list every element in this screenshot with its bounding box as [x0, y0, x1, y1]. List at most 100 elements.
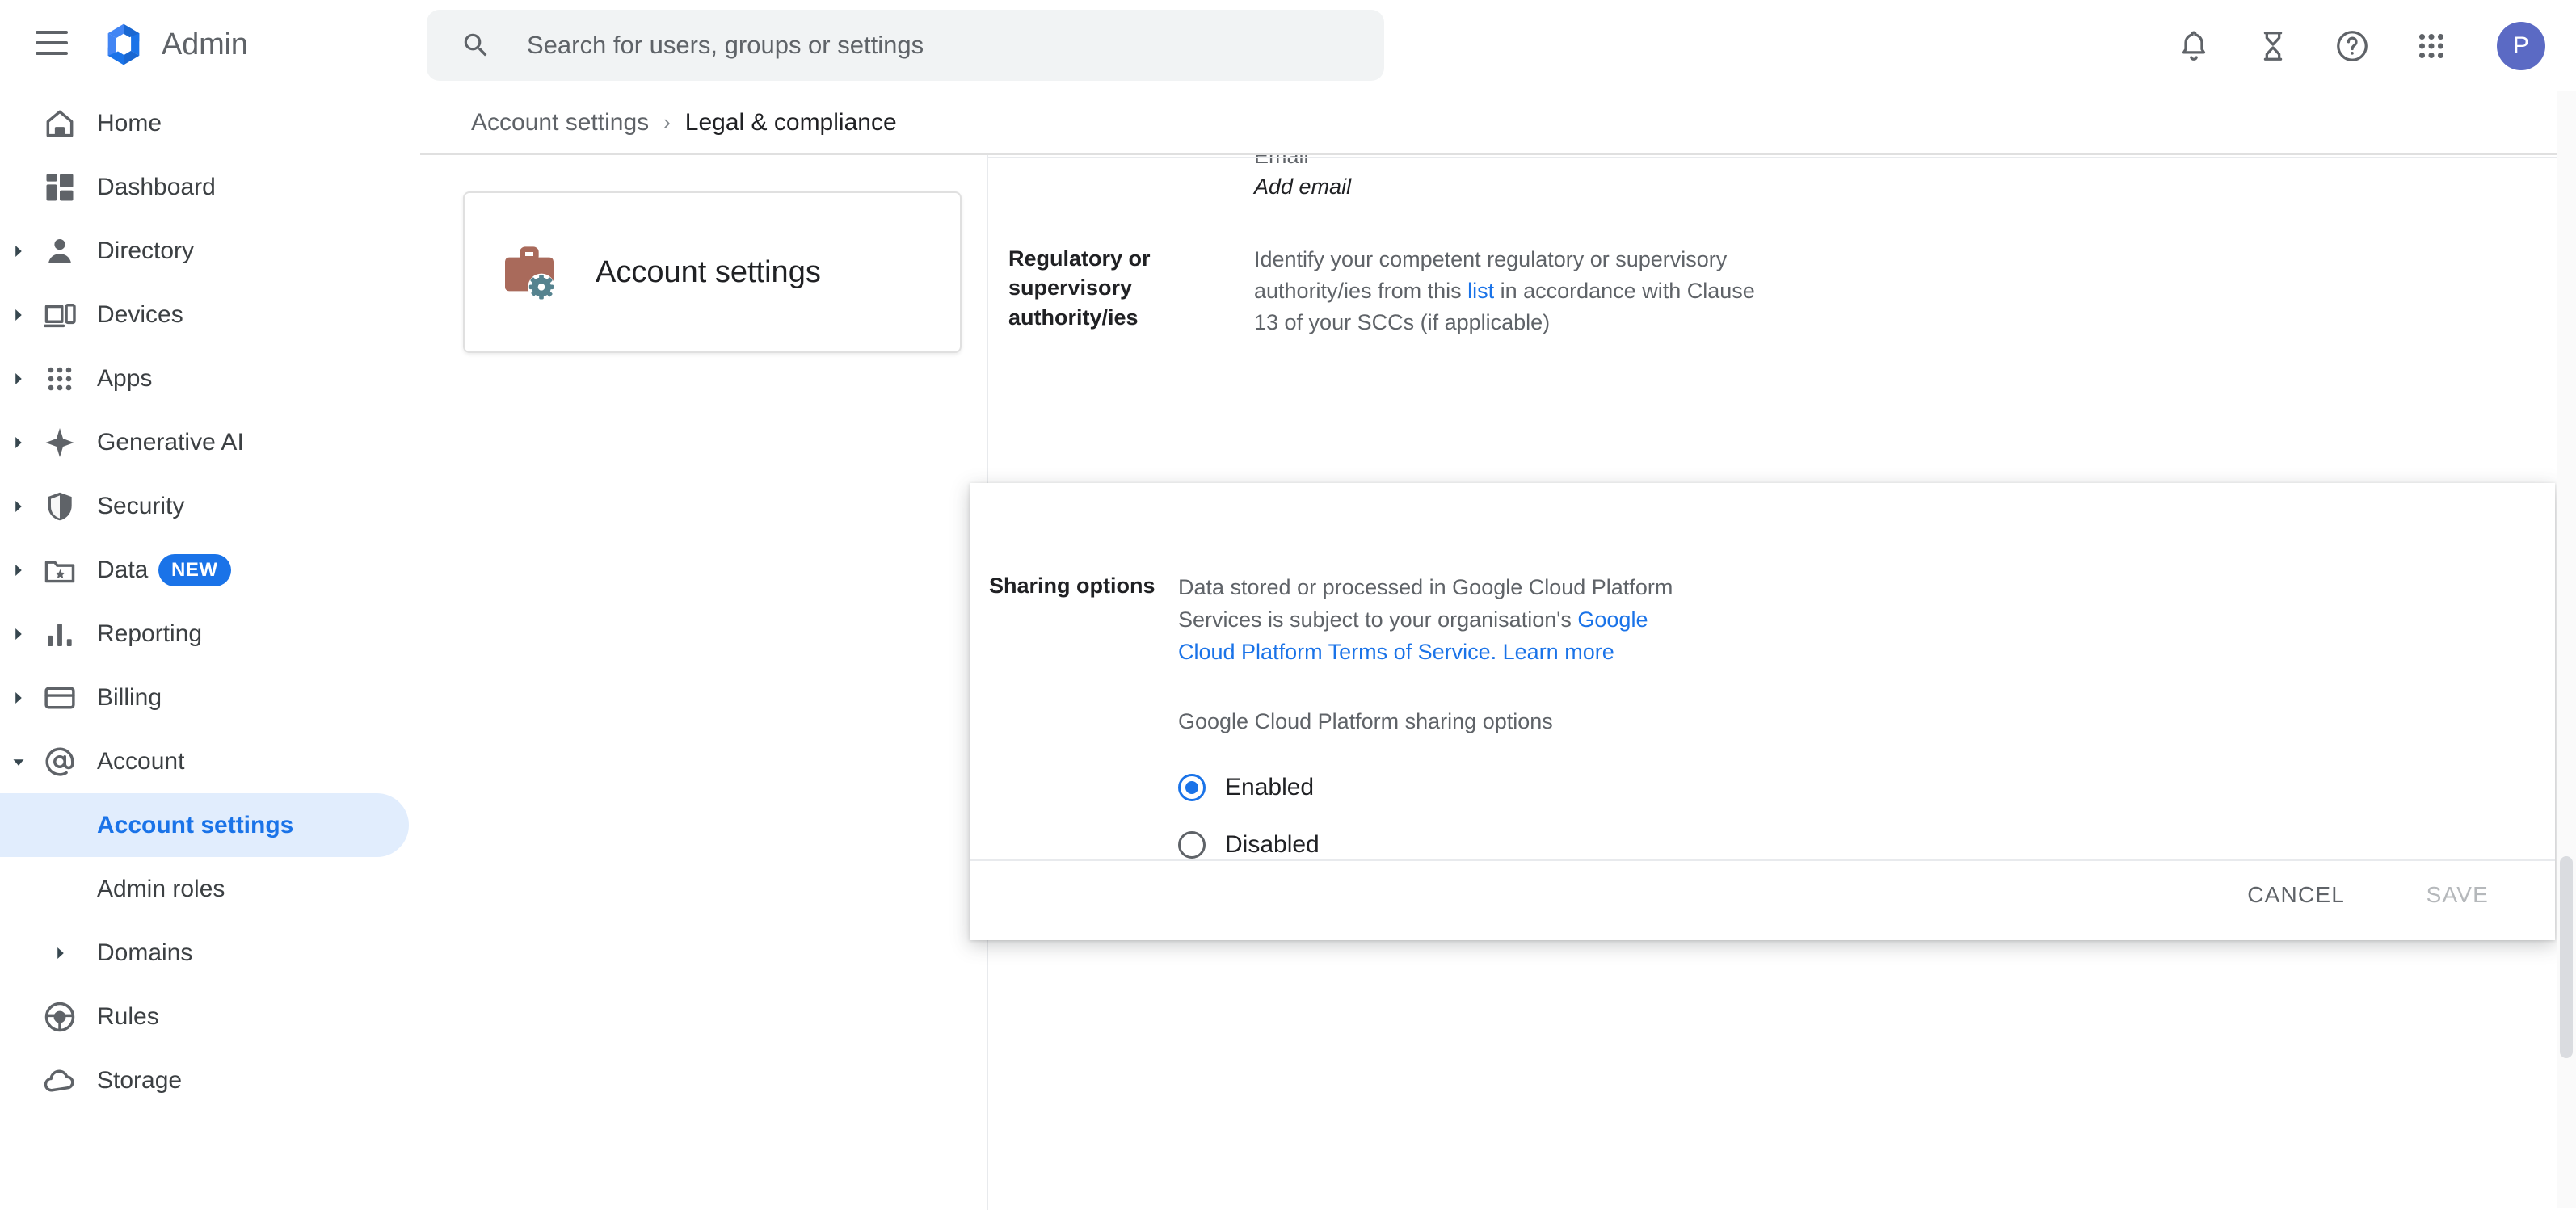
sidebar-item-label: Data [97, 557, 148, 584]
radio-label-disabled: Disabled [1225, 831, 1320, 859]
radio-button-selected-icon [1178, 774, 1206, 801]
search-input[interactable]: Search for users, groups or settings [427, 10, 1384, 81]
left-navigation-sidebar: Home Dashboard Directory Devices Apps Generat… [0, 91, 420, 1208]
chevron-right-icon: › [663, 110, 671, 135]
divider [988, 157, 2574, 158]
sidebar-item-label: Domains [97, 939, 192, 967]
folder-star-icon [42, 552, 78, 588]
sidebar-item-devices[interactable]: Devices [0, 283, 420, 347]
steering-wheel-icon [42, 999, 78, 1035]
dashboard-icon [42, 170, 78, 205]
radio-option-enabled[interactable]: Enabled [1178, 774, 1314, 801]
devices-icon [42, 297, 78, 333]
sidebar-item-storage[interactable]: Storage [0, 1048, 420, 1112]
person-icon [42, 233, 78, 269]
top-app-bar: Admin Search for users, groups or settin… [0, 0, 2576, 91]
at-sign-icon [42, 744, 78, 779]
briefcase-gear-icon [497, 240, 562, 305]
chevron-right-icon[interactable] [8, 241, 29, 262]
sidebar-item-label: Apps [97, 365, 152, 393]
breadcrumb: Account settings › Legal & compliance [420, 91, 2576, 153]
sidebar-item-label: Security [97, 493, 184, 520]
hamburger-menu-icon[interactable] [36, 31, 68, 58]
sidebar-item-generative-ai[interactable]: Generative AI [0, 410, 420, 474]
search-icon [461, 30, 491, 61]
sidebar-item-label: Account settings [97, 812, 293, 839]
radio-label-enabled: Enabled [1225, 774, 1314, 801]
radio-option-disabled[interactable]: Disabled [1178, 831, 1320, 859]
sidebar-item-label: Directory [97, 237, 194, 265]
vertical-scrollbar-thumb[interactable] [2560, 856, 2573, 1058]
sidebar-item-account-settings[interactable]: Account settings [0, 793, 409, 857]
hamburger-line [36, 52, 68, 55]
chevron-right-icon[interactable] [8, 432, 29, 453]
add-email-link[interactable]: Add email [1254, 174, 1351, 199]
breadcrumb-current: Legal & compliance [685, 109, 897, 137]
regulatory-authority-label: Regulatory or supervisory authority/ies [1008, 244, 1243, 332]
hamburger-line [36, 31, 68, 34]
chevron-right-icon[interactable] [8, 624, 29, 645]
google-admin-logo-icon [100, 21, 147, 68]
sidebar-item-label: Account [97, 748, 184, 775]
dialog-description: Data stored or processed in Google Cloud… [1178, 572, 1695, 669]
brand-logo-link[interactable]: Admin [100, 21, 248, 68]
save-button: SAVE [2427, 882, 2489, 908]
sidebar-item-domains[interactable]: Domains [0, 921, 420, 985]
dialog-subheading: Google Cloud Platform sharing options [1178, 709, 1553, 734]
avatar-initial: P [2513, 32, 2529, 60]
radio-button-unselected-icon [1178, 831, 1206, 859]
card-title: Account settings [596, 255, 821, 290]
credit-card-icon [42, 680, 78, 716]
hourglass-icon[interactable] [2254, 27, 2292, 65]
sidebar-item-billing[interactable]: Billing [0, 666, 420, 729]
settings-category-panel: Account settings [420, 155, 988, 1210]
chevron-right-icon[interactable] [8, 496, 29, 517]
sidebar-item-label: Reporting [97, 620, 202, 648]
sharing-options-dialog: Sharing options Data stored or processed… [970, 483, 2555, 940]
sidebar-item-data[interactable]: Data NEW [0, 538, 420, 602]
dialog-label: Sharing options [989, 573, 1155, 599]
bar-chart-icon [42, 616, 78, 652]
avatar[interactable]: P [2497, 22, 2545, 70]
chevron-right-icon[interactable] [8, 305, 29, 326]
sidebar-item-rules[interactable]: Rules [0, 985, 420, 1048]
sidebar-item-account[interactable]: Account [0, 729, 420, 793]
sidebar-item-label: Billing [97, 684, 162, 712]
header-action-icons: P [2175, 0, 2545, 91]
cloud-icon [42, 1063, 78, 1099]
sidebar-item-label: Devices [97, 301, 183, 329]
chevron-right-icon[interactable] [8, 560, 29, 581]
sidebar-item-directory[interactable]: Directory [0, 219, 420, 283]
sidebar-item-label: Generative AI [97, 429, 244, 456]
breadcrumb-parent[interactable]: Account settings [471, 109, 649, 137]
sidebar-item-label: Dashboard [97, 174, 216, 201]
help-question-icon[interactable] [2334, 27, 2371, 65]
sidebar-item-label: Home [97, 110, 162, 137]
sparkle-icon [42, 425, 78, 460]
sidebar-item-reporting[interactable]: Reporting [0, 602, 420, 666]
sidebar-item-home[interactable]: Home [0, 91, 420, 155]
sidebar-item-admin-roles[interactable]: Admin roles [0, 857, 420, 921]
sidebar-item-label: Admin roles [97, 876, 225, 903]
chevron-right-icon[interactable] [8, 368, 29, 389]
regulatory-authority-body: Identify your competent regulatory or su… [1254, 244, 1755, 338]
chevron-right-icon[interactable] [8, 687, 29, 708]
notifications-bell-icon[interactable] [2175, 27, 2212, 65]
sidebar-item-label: Storage [97, 1067, 182, 1094]
dialog-footer: CANCEL SAVE [970, 859, 2555, 940]
status-badge: NEW [158, 554, 231, 586]
home-icon [42, 106, 78, 141]
chevron-down-icon[interactable] [8, 751, 29, 772]
sidebar-item-security[interactable]: Security [0, 474, 420, 538]
account-settings-card[interactable]: Account settings [463, 191, 962, 353]
brand-title: Admin [162, 27, 248, 62]
dialog-learn-more-link[interactable]: Learn more [1496, 640, 1614, 664]
chevron-right-icon[interactable] [50, 943, 71, 964]
sidebar-item-dashboard[interactable]: Dashboard [0, 155, 420, 219]
sidebar-item-apps[interactable]: Apps [0, 347, 420, 410]
sidebar-item-label: Rules [97, 1003, 159, 1031]
apps-grid-icon [42, 361, 78, 397]
cancel-button[interactable]: CANCEL [2247, 882, 2345, 908]
regulatory-list-link[interactable]: list [1467, 279, 1494, 303]
apps-grid-icon[interactable] [2413, 27, 2450, 65]
